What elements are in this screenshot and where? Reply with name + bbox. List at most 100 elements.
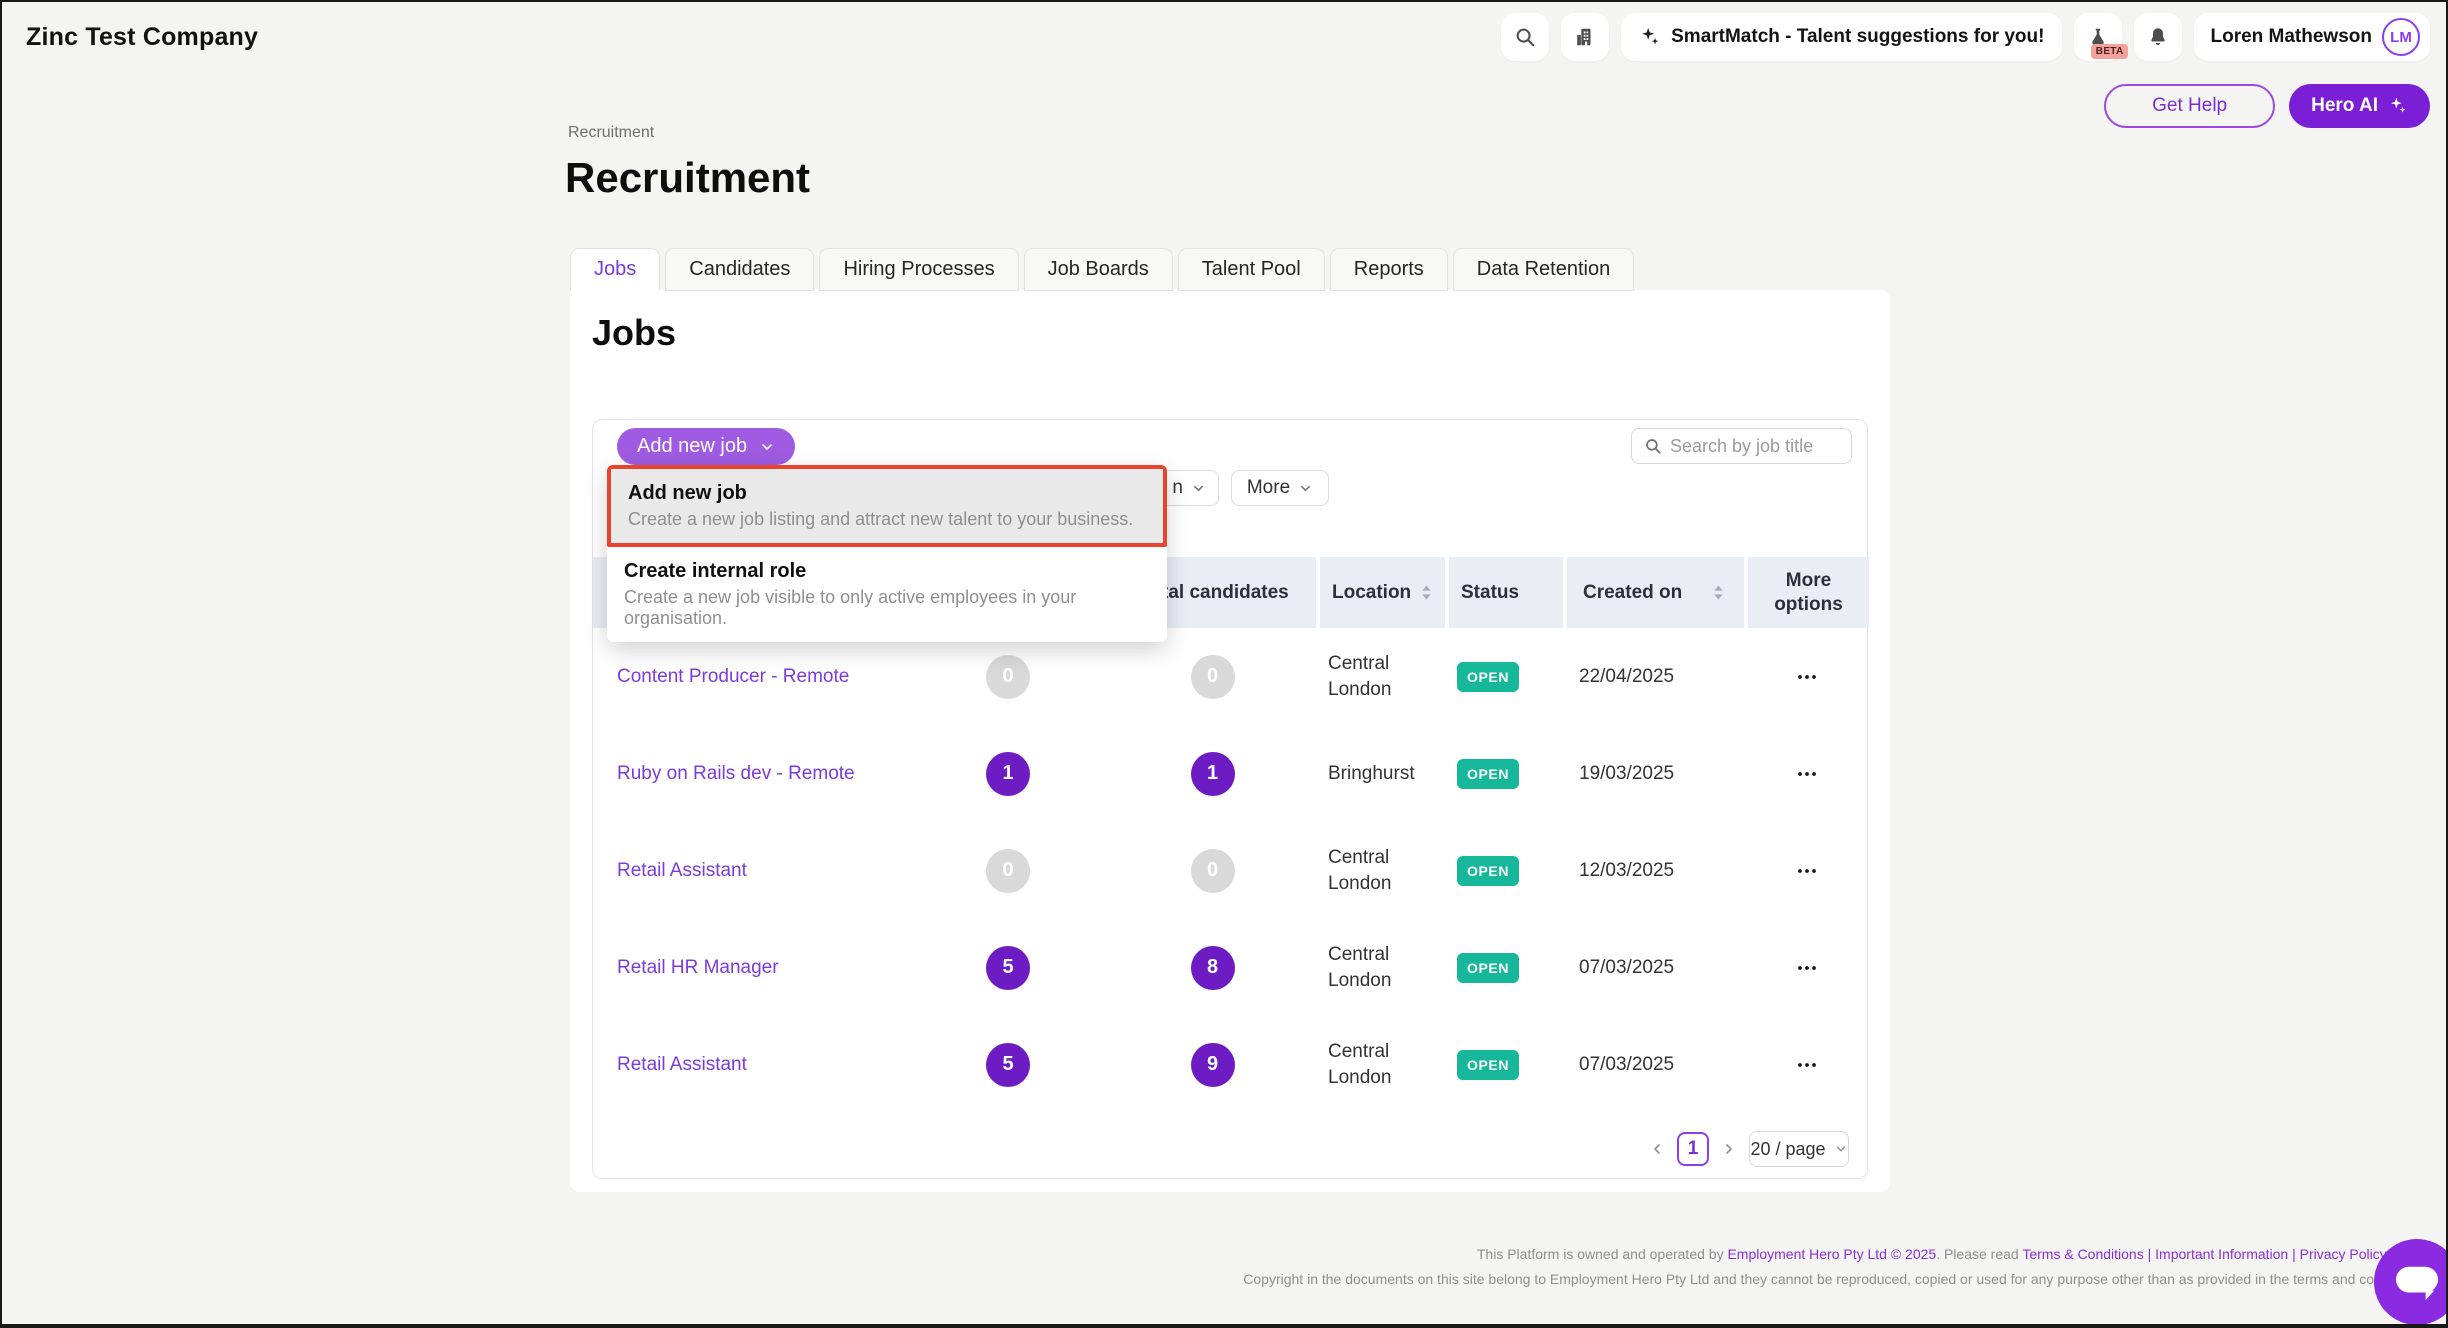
chevron-right-icon: [1721, 1141, 1737, 1157]
total-candidates-badge: 8: [1191, 946, 1235, 990]
tab-talent-pool[interactable]: Talent Pool: [1178, 248, 1325, 291]
job-title-link[interactable]: Retail Assistant: [593, 860, 747, 882]
page-number[interactable]: 1: [1677, 1132, 1709, 1166]
tab-candidates[interactable]: Candidates: [665, 248, 814, 291]
search-button[interactable]: [1501, 13, 1549, 61]
location-cell: Central London: [1316, 942, 1445, 993]
chat-launcher-button[interactable]: [2374, 1239, 2448, 1325]
sort-icon[interactable]: [1419, 584, 1434, 601]
menu-item-add-new-job[interactable]: Add new job Create a new job listing and…: [607, 465, 1167, 547]
jobs-card: Add new job n More: [592, 419, 1868, 1179]
menu-item-description: Create a new job listing and attract new…: [628, 509, 1146, 530]
footer-line-1: This Platform is owned and operated by E…: [1243, 1242, 2434, 1267]
tab-hiring-processes[interactable]: Hiring Processes: [819, 248, 1018, 291]
add-new-job-button[interactable]: Add new job: [617, 428, 795, 465]
total-candidates-badge: 9: [1191, 1043, 1235, 1087]
column-header-created-on[interactable]: Created on: [1563, 557, 1744, 628]
sort-icon[interactable]: [1711, 584, 1726, 601]
footer-link-important-information[interactable]: Important Information: [2155, 1246, 2288, 1262]
smartmatch-button[interactable]: SmartMatch - Talent suggestions for you!: [1621, 13, 2062, 61]
table-row: Content Producer - Remote 0 0 Central Lo…: [593, 628, 1869, 725]
breadcrumb[interactable]: Recruitment: [568, 124, 654, 142]
page-size-select[interactable]: 20 / page: [1749, 1131, 1849, 1167]
jobs-heading: Jobs: [592, 312, 676, 354]
sparkle-icon: [2388, 96, 2408, 116]
new-candidates-badge: 0: [986, 849, 1030, 893]
page-title: Recruitment: [565, 154, 810, 202]
topbar-actions: SmartMatch - Talent suggestions for you!…: [1501, 13, 2430, 61]
more-options-button[interactable]: [1744, 859, 1869, 883]
status-badge: OPEN: [1457, 1050, 1519, 1080]
more-filters-button[interactable]: More: [1231, 470, 1329, 506]
more-options-button[interactable]: [1744, 1053, 1869, 1077]
new-candidates-badge: 5: [986, 946, 1030, 990]
beta-labs-button[interactable]: BETA: [2074, 13, 2122, 61]
jobs-panel: Jobs Add new job n More: [570, 290, 1890, 1192]
tab-bar: Jobs Candidates Hiring Processes Job Boa…: [570, 248, 1634, 291]
add-job-dropdown: Add new job Create a new job listing and…: [607, 465, 1167, 642]
new-candidates-badge: 0: [986, 655, 1030, 699]
location-cell: Central London: [1316, 845, 1445, 896]
search-input[interactable]: [1670, 436, 1839, 457]
footer-link-employment-hero[interactable]: Employment Hero Pty Ltd © 2025: [1727, 1246, 1936, 1262]
job-title-link[interactable]: Ruby on Rails dev - Remote: [593, 763, 855, 785]
filter-label-fragment: n: [1172, 477, 1183, 499]
previous-page-button[interactable]: [1649, 1141, 1665, 1157]
footer: This Platform is owned and operated by E…: [1243, 1242, 2434, 1292]
more-options-button[interactable]: [1744, 665, 1869, 689]
tab-reports[interactable]: Reports: [1330, 248, 1448, 291]
menu-item-description: Create a new job visible to only active …: [624, 587, 1150, 629]
created-on-cell: 12/03/2025: [1563, 860, 1744, 882]
chevron-left-icon: [1649, 1141, 1665, 1157]
tab-job-boards[interactable]: Job Boards: [1024, 248, 1173, 291]
status-badge: OPEN: [1457, 953, 1519, 983]
more-options-button[interactable]: [1744, 762, 1869, 786]
footer-link-privacy-policy[interactable]: Privacy Policy: [2300, 1246, 2387, 1262]
next-page-button[interactable]: [1721, 1141, 1737, 1157]
tab-jobs[interactable]: Jobs: [570, 248, 660, 291]
total-candidates-badge: 0: [1191, 849, 1235, 893]
job-search: [1631, 428, 1852, 464]
search-icon: [1644, 437, 1662, 455]
user-menu[interactable]: Loren Mathewson LM: [2194, 13, 2430, 61]
page-size-value: 20 / page: [1750, 1139, 1825, 1160]
chevron-down-icon: [759, 439, 775, 455]
new-candidates-badge: 1: [986, 752, 1030, 796]
column-header-location[interactable]: Location: [1316, 557, 1445, 628]
avatar: LM: [2382, 18, 2420, 56]
hero-ai-button[interactable]: Hero AI: [2289, 84, 2430, 128]
get-help-button[interactable]: Get Help: [2104, 84, 2275, 128]
status-badge: OPEN: [1457, 856, 1519, 886]
footer-line-2: Copyright in the documents on this site …: [1243, 1267, 2434, 1292]
table-row: Retail Assistant 5 9 Central London OPEN…: [593, 1016, 1869, 1113]
menu-item-create-internal-role[interactable]: Create internal role Create a new job vi…: [607, 547, 1167, 642]
add-new-job-label: Add new job: [637, 435, 747, 458]
job-title-link[interactable]: Retail Assistant: [593, 1054, 747, 1076]
table-row: Retail Assistant 0 0 Central London OPEN…: [593, 822, 1869, 919]
column-label: Status: [1461, 582, 1519, 604]
created-on-cell: 19/03/2025: [1563, 763, 1744, 785]
total-candidates-badge: 1: [1191, 752, 1235, 796]
created-on-cell: 07/03/2025: [1563, 1054, 1744, 1076]
status-badge: OPEN: [1457, 759, 1519, 789]
tab-data-retention[interactable]: Data Retention: [1453, 248, 1634, 291]
company-switcher-button[interactable]: [1561, 13, 1609, 61]
pagination: 1 20 / page: [1649, 1131, 1849, 1167]
column-label: More options: [1748, 569, 1869, 617]
chevron-down-icon: [1191, 481, 1206, 496]
column-label: Location: [1332, 582, 1411, 604]
chat-bubble-icon: [2394, 1261, 2440, 1303]
status-badge: OPEN: [1457, 662, 1519, 692]
company-name: Zinc Test Company: [18, 23, 258, 52]
table-row: Ruby on Rails dev - Remote 1 1 Bringhurs…: [593, 725, 1869, 822]
notifications-button[interactable]: [2134, 13, 2182, 61]
bell-icon: [2147, 26, 2169, 48]
hero-ai-label: Hero AI: [2311, 95, 2378, 117]
job-title-link[interactable]: Content Producer - Remote: [593, 666, 849, 688]
footer-link-terms[interactable]: Terms & Conditions: [2022, 1246, 2143, 1262]
top-bar: Zinc Test Company SmartMatch - Talent su…: [2, 2, 2446, 72]
more-options-button[interactable]: [1744, 956, 1869, 980]
beta-badge: BETA: [2091, 44, 2129, 59]
job-title-link[interactable]: Retail HR Manager: [593, 957, 779, 979]
footer-text: This Platform is owned and operated by: [1477, 1246, 1728, 1262]
